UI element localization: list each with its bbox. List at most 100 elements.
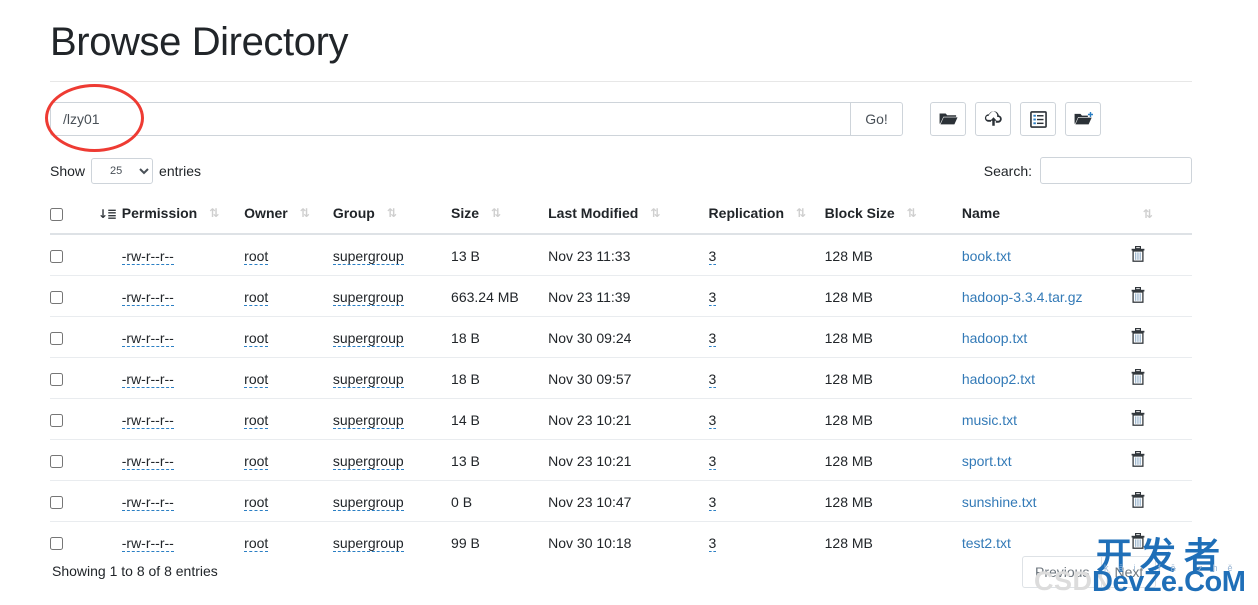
permission-value[interactable]: -rw-r--r--: [121, 493, 174, 511]
owner-value[interactable]: root: [244, 452, 269, 470]
replication-value[interactable]: 3: [708, 288, 717, 306]
delete-row-button[interactable]: [1131, 287, 1145, 306]
owner-value[interactable]: root: [244, 534, 269, 552]
permission-value[interactable]: -rw-r--r--: [121, 329, 174, 347]
owner-value[interactable]: root: [244, 247, 269, 265]
row-checkbox[interactable]: [50, 455, 63, 469]
permission-value[interactable]: -rw-r--r--: [121, 411, 174, 429]
group-value[interactable]: supergroup: [332, 329, 404, 347]
row-block-size-cell: 128 MB: [824, 275, 962, 317]
group-value[interactable]: supergroup: [332, 411, 404, 429]
group-value[interactable]: supergroup: [332, 493, 404, 511]
replication-value[interactable]: 3: [708, 452, 717, 470]
row-delete-cell[interactable]: [1131, 234, 1192, 276]
row-block-size-cell: 128 MB: [824, 316, 962, 358]
group-value[interactable]: supergroup: [332, 288, 404, 306]
page-length-select[interactable]: 25: [91, 158, 154, 184]
row-select-cell[interactable]: [50, 398, 86, 440]
row-checkbox[interactable]: [50, 250, 63, 264]
row-select-cell[interactable]: [50, 357, 86, 399]
th-size[interactable]: Size ⇅: [451, 199, 549, 235]
file-name-link[interactable]: hadoop-3.3.4.tar.gz: [962, 289, 1083, 305]
owner-value[interactable]: root: [244, 370, 269, 388]
delete-row-button[interactable]: [1131, 410, 1145, 429]
row-select-cell[interactable]: [50, 234, 86, 276]
th-block-size[interactable]: Block Size ⇅: [824, 199, 962, 235]
permission-value[interactable]: -rw-r--r--: [121, 534, 174, 552]
group-value[interactable]: supergroup: [332, 370, 404, 388]
th-permission[interactable]: Permission ⇅: [121, 199, 245, 235]
replication-value[interactable]: 3: [708, 329, 717, 347]
row-delete-cell[interactable]: [1130, 398, 1192, 440]
search-input[interactable]: [1040, 157, 1192, 184]
row-delete-cell[interactable]: [1130, 480, 1192, 522]
row-select-cell[interactable]: [50, 521, 86, 562]
th-name[interactable]: Name: [961, 199, 1131, 235]
row-name-cell: sport.txt: [961, 439, 1131, 481]
row-select-cell[interactable]: [50, 275, 86, 317]
delete-row-button[interactable]: [1131, 451, 1145, 470]
row-delete-cell[interactable]: [1130, 357, 1192, 399]
group-value[interactable]: supergroup: [332, 452, 404, 470]
row-replication-cell: 3: [708, 480, 825, 522]
th-replication[interactable]: Replication ⇅: [708, 199, 825, 235]
next-page-button[interactable]: Next: [1101, 556, 1157, 588]
file-name-link[interactable]: hadoop2.txt: [962, 371, 1035, 387]
row-select-cell[interactable]: [50, 480, 86, 522]
replication-value[interactable]: 3: [708, 411, 717, 429]
permission-value[interactable]: -rw-r--r--: [121, 370, 174, 388]
file-name-link[interactable]: book.txt: [962, 248, 1011, 264]
row-last-modified-cell: Nov 23 11:39: [548, 275, 709, 317]
file-name-link[interactable]: test2.txt: [962, 535, 1011, 551]
row-checkbox[interactable]: [50, 537, 63, 551]
delete-row-button[interactable]: [1131, 328, 1145, 347]
row-index-cell: [85, 439, 122, 481]
th-sort-index[interactable]: ↓≣: [85, 199, 122, 235]
file-name-link[interactable]: sunshine.txt: [962, 494, 1037, 510]
row-delete-cell[interactable]: [1130, 439, 1192, 481]
open-folder-button[interactable]: [930, 102, 966, 136]
previous-page-button[interactable]: Previous: [1022, 556, 1102, 588]
directory-path-input[interactable]: [50, 102, 850, 136]
browse-directory-page: Browse Directory Go!: [0, 0, 1258, 605]
file-name-link[interactable]: hadoop.txt: [962, 330, 1027, 346]
row-delete-cell[interactable]: [1130, 275, 1192, 317]
select-all-checkbox[interactable]: [50, 207, 63, 221]
replication-value[interactable]: 3: [708, 534, 717, 552]
owner-value[interactable]: root: [244, 329, 269, 347]
th-delete[interactable]: ⇅: [1130, 199, 1192, 235]
row-checkbox[interactable]: [50, 291, 63, 305]
permission-value[interactable]: -rw-r--r--: [121, 452, 174, 470]
group-value[interactable]: supergroup: [332, 534, 404, 552]
group-value[interactable]: supergroup: [332, 247, 404, 265]
replication-value[interactable]: 3: [708, 493, 717, 511]
file-name-link[interactable]: music.txt: [962, 412, 1017, 428]
permission-value[interactable]: -rw-r--r--: [121, 247, 174, 265]
upload-files-button[interactable]: [975, 102, 1011, 136]
snapshots-button[interactable]: [1020, 102, 1056, 136]
row-checkbox[interactable]: [50, 414, 63, 428]
owner-value[interactable]: root: [244, 493, 269, 511]
go-button[interactable]: Go!: [850, 102, 903, 136]
row-delete-cell[interactable]: [1130, 316, 1192, 358]
replication-value[interactable]: 3: [708, 370, 717, 388]
th-group[interactable]: Group ⇅: [332, 199, 452, 235]
row-checkbox[interactable]: [50, 332, 63, 346]
th-select-all[interactable]: [50, 199, 86, 235]
th-owner[interactable]: Owner ⇅: [244, 199, 333, 235]
row-checkbox[interactable]: [50, 373, 63, 387]
row-select-cell[interactable]: [50, 439, 86, 481]
row-select-cell[interactable]: [50, 316, 86, 358]
create-directory-button[interactable]: [1065, 102, 1101, 136]
delete-row-button[interactable]: [1131, 492, 1145, 511]
file-name-link[interactable]: sport.txt: [962, 453, 1012, 469]
owner-value[interactable]: root: [244, 288, 269, 306]
delete-row-button[interactable]: [1131, 246, 1145, 265]
permission-value[interactable]: -rw-r--r--: [121, 288, 174, 306]
owner-value[interactable]: root: [244, 411, 269, 429]
replication-value[interactable]: 3: [708, 247, 717, 265]
delete-row-button[interactable]: [1131, 369, 1145, 388]
row-checkbox[interactable]: [50, 496, 63, 510]
th-last-modified[interactable]: Last Modified ⇅: [548, 199, 709, 235]
delete-row-button[interactable]: [1131, 533, 1145, 552]
